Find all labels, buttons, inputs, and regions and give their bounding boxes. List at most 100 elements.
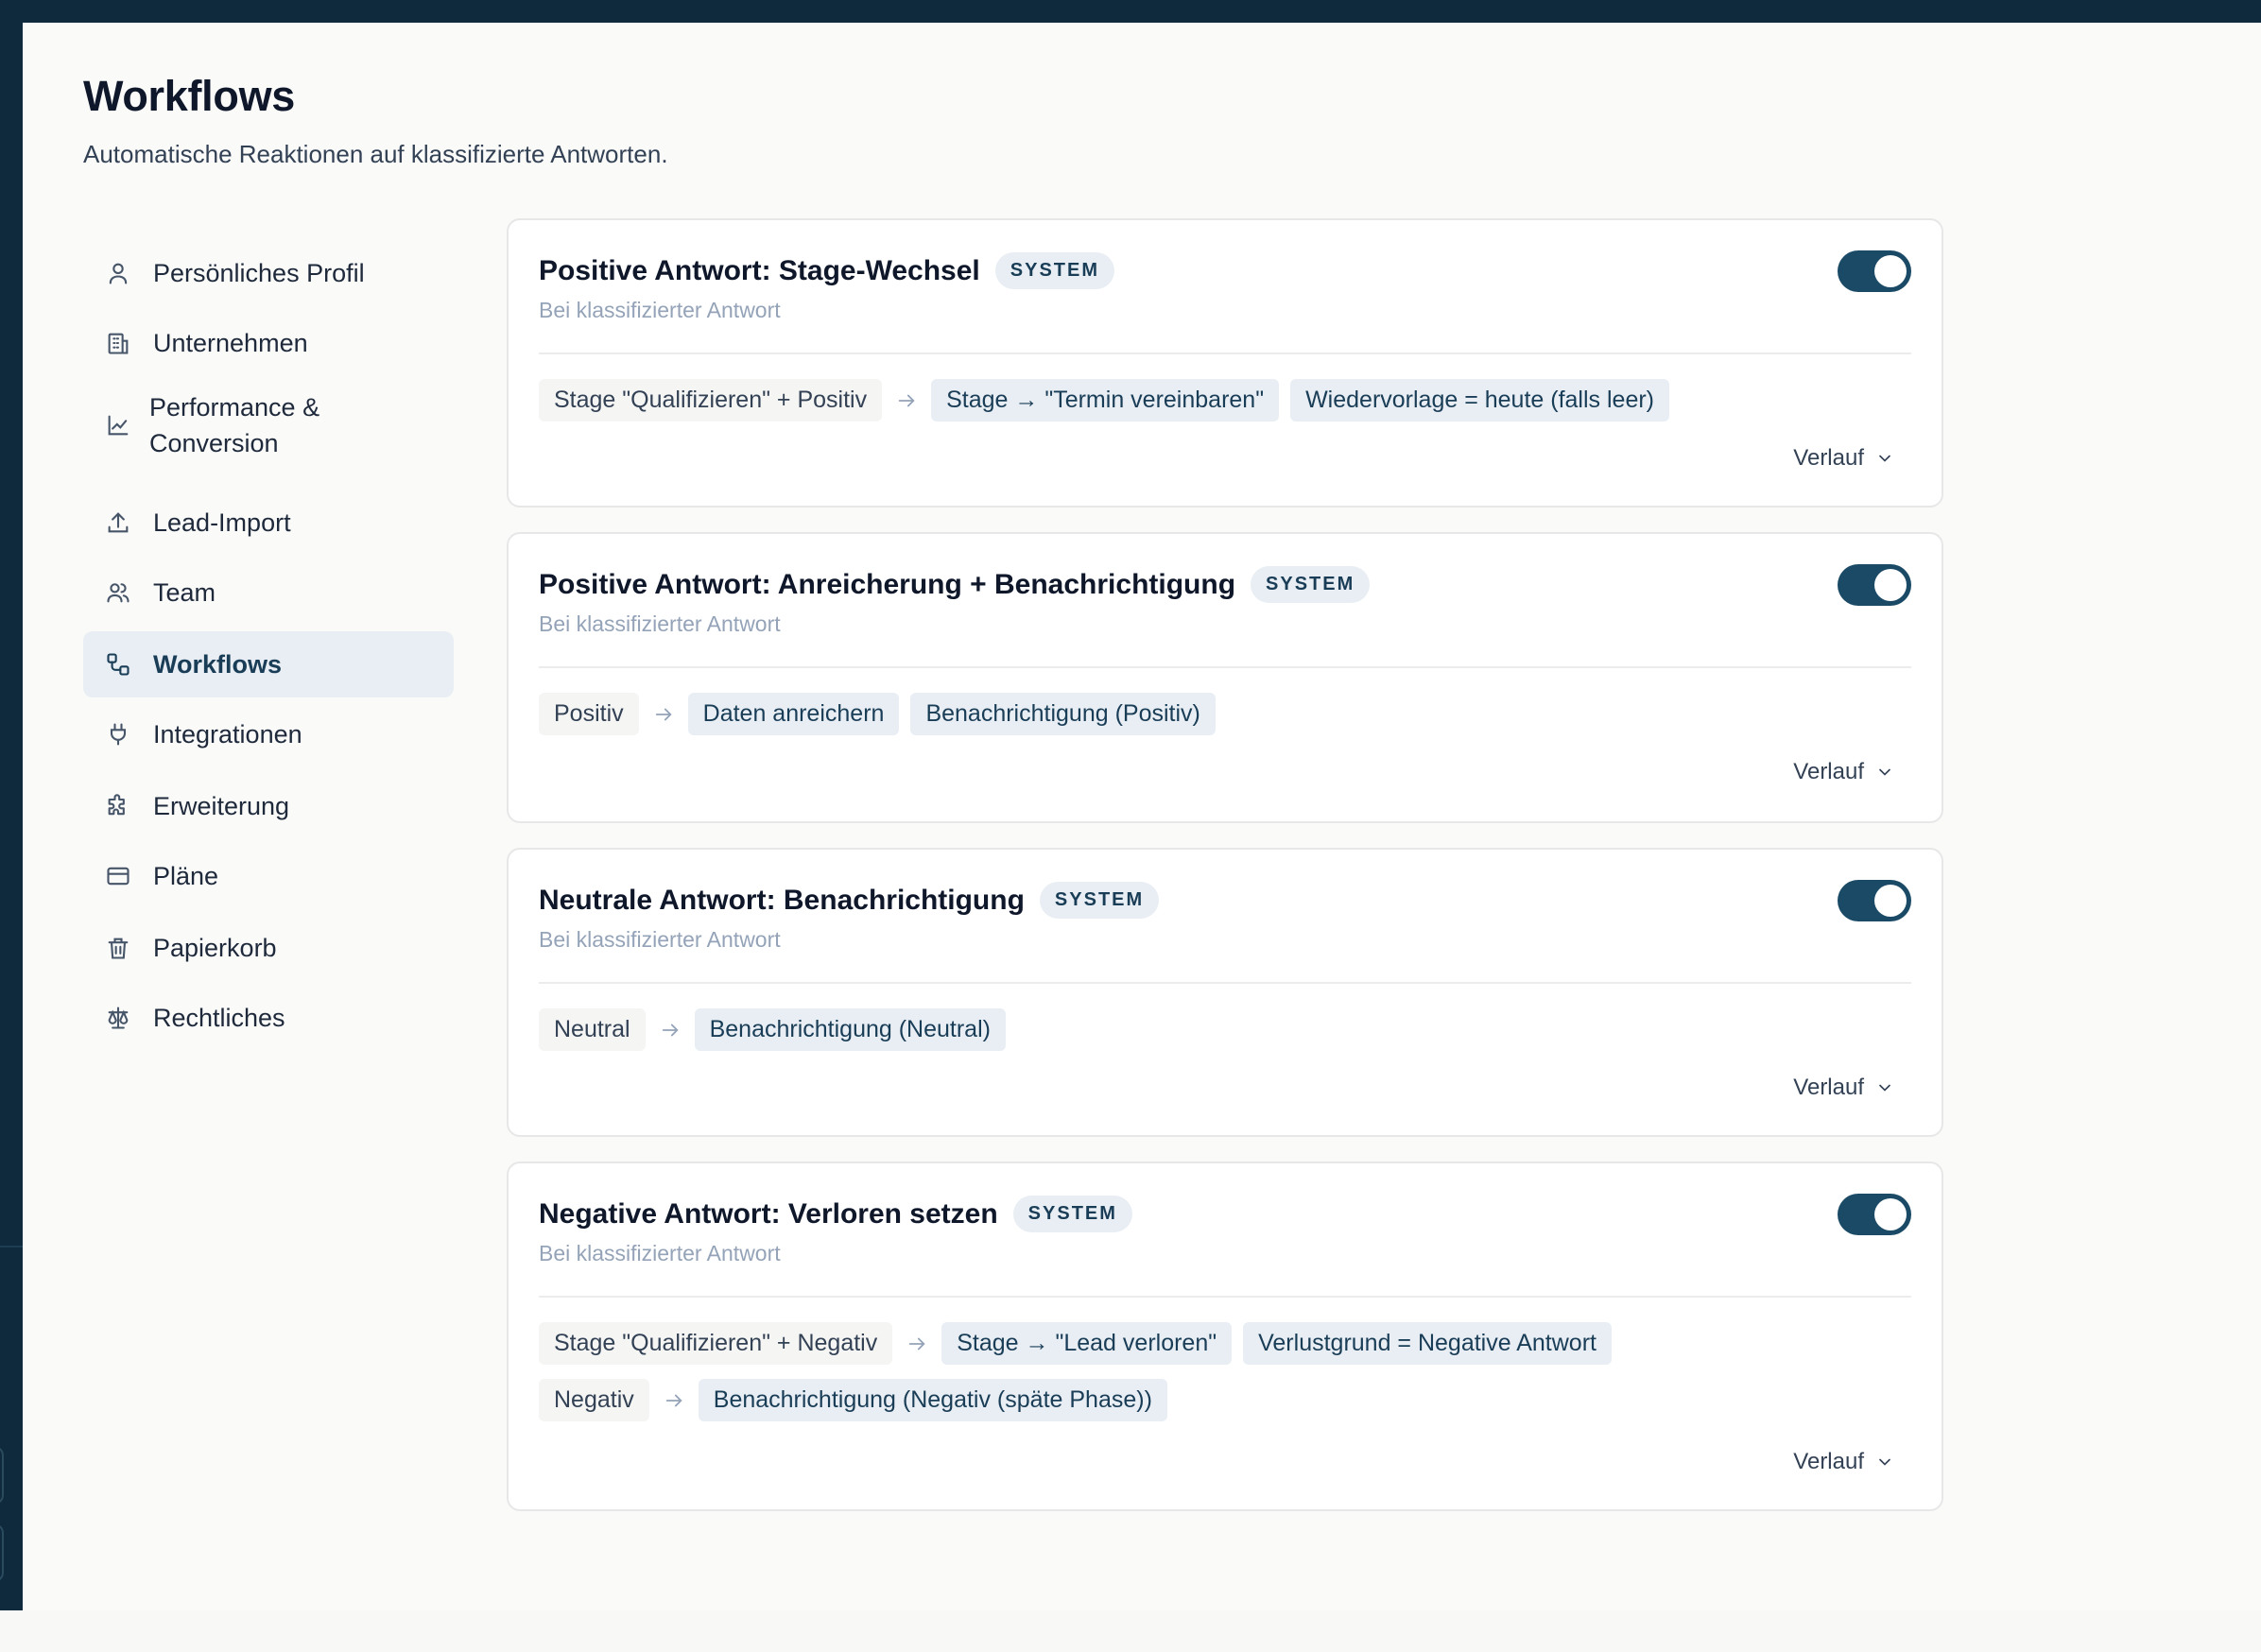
page-title: Workflows	[83, 72, 295, 120]
scale-icon	[104, 1004, 132, 1032]
history-toggle[interactable]: Verlauf	[1793, 759, 1894, 785]
chevron-down-icon	[1879, 455, 1890, 462]
workflow-title: Negative Antwort: Verloren setzen	[539, 1197, 998, 1230]
plug-icon	[104, 720, 132, 749]
chevron-down-icon	[1879, 768, 1890, 776]
rule-action: Stage → "Termin vereinbaren"	[931, 379, 1280, 422]
divider	[539, 1296, 1911, 1298]
sidebar-item-extension[interactable]: Erweiterung	[83, 773, 454, 839]
history-label: Verlauf	[1793, 1075, 1864, 1100]
workflow-toggle[interactable]	[1838, 1194, 1911, 1235]
workflow-rule: Negativ Benachrichtigung (Negativ (späte…	[539, 1379, 1179, 1421]
sidebar-item-profile[interactable]: Persönliches Profil	[83, 240, 454, 306]
puzzle-icon	[104, 792, 132, 820]
sidebar-item-trash[interactable]: Papierkorb	[83, 915, 454, 981]
rule-condition: Positiv	[539, 693, 639, 735]
chevron-down-icon	[1879, 1458, 1890, 1466]
user-icon	[104, 259, 132, 287]
workflow-card: Positive Antwort: Anreicherung + Benachr…	[507, 532, 1943, 823]
rule-action: Verlustgrund = Negative Antwort	[1243, 1322, 1612, 1365]
history-label: Verlauf	[1793, 1449, 1864, 1474]
history-toggle[interactable]: Verlauf	[1793, 1449, 1894, 1475]
trash-icon	[104, 934, 132, 962]
sidebar-item-company[interactable]: Unternehmen	[83, 310, 454, 376]
rule-action: Benachrichtigung (Positiv)	[910, 693, 1216, 735]
sidebar-item-integrations[interactable]: Integrationen	[83, 701, 454, 767]
sidebar-item-label: Erweiterung	[153, 792, 290, 820]
app-sidebar-edge	[0, 23, 23, 1610]
users-icon	[104, 578, 132, 607]
sidebar-item-label: Team	[153, 578, 216, 607]
rule-action: Daten anreichern	[687, 693, 900, 735]
workflow-card: Positive Antwort: Stage-Wechsel SYSTEM B…	[507, 218, 1943, 508]
rule-condition: Stage "Qualifizieren" + Positiv	[539, 379, 883, 422]
system-badge: SYSTEM	[1012, 1196, 1132, 1232]
sidebar-item-plans[interactable]: Pläne	[83, 843, 454, 909]
arrow-right-icon	[895, 389, 918, 412]
chevron-down-icon	[1879, 1084, 1890, 1092]
settings-main: Workflows Automatische Reaktionen auf kl…	[23, 23, 2261, 1610]
upload-icon	[104, 508, 132, 537]
rule-action: Stage → "Lead verloren"	[941, 1322, 1233, 1365]
sidebar-item-legal[interactable]: Rechtliches	[83, 985, 454, 1051]
rule-condition: Stage "Qualifizieren" + Negativ	[539, 1322, 893, 1365]
workflow-rule: Positiv Daten anreichern Benachrichtigun…	[539, 693, 1227, 735]
workflow-trigger: Bei klassifizierter Antwort	[539, 1241, 781, 1265]
workflow-rule: Neutral Benachrichtigung (Neutral)	[539, 1008, 1017, 1051]
history-toggle[interactable]: Verlauf	[1793, 445, 1894, 472]
workflow-title-row: Negative Antwort: Verloren setzen SYSTEM	[539, 1196, 1132, 1232]
divider	[539, 353, 1911, 354]
history-label: Verlauf	[1793, 445, 1864, 471]
rule-action: Benachrichtigung (Negativ (späte Phase))	[698, 1379, 1167, 1421]
rule-action: Benachrichtigung (Neutral)	[694, 1008, 1006, 1051]
sidebar-item-label: Papierkorb	[153, 934, 277, 962]
history-toggle[interactable]: Verlauf	[1793, 1075, 1894, 1101]
rule-action: Wiedervorlage = heute (falls leer)	[1290, 379, 1669, 422]
system-badge: SYSTEM	[994, 252, 1115, 289]
workflow-title-row: Positive Antwort: Anreicherung + Benachr…	[539, 566, 1371, 603]
sidebar-item-label: Pläne	[153, 862, 219, 890]
toggle-knob	[1874, 1198, 1907, 1230]
workflow-title-row: Positive Antwort: Stage-Wechsel SYSTEM	[539, 252, 1115, 289]
top-bar	[0, 0, 2261, 23]
workflow-title: Positive Antwort: Stage-Wechsel	[539, 254, 980, 286]
toggle-knob	[1874, 885, 1907, 917]
divider	[539, 982, 1911, 984]
workflow-toggle[interactable]	[1838, 880, 1911, 921]
workflow-title: Neutrale Antwort: Benachrichtigung	[539, 884, 1025, 916]
sidebar-item-label: Rechtliches	[153, 1004, 285, 1032]
sidebar-item-label: Lead-Import	[153, 508, 291, 537]
sidebar-item-performance[interactable]: Performance & Conversion	[83, 380, 454, 471]
arrow-right-icon	[906, 1333, 928, 1355]
sidebar-item-lead-import[interactable]: Lead-Import	[83, 490, 454, 556]
arrow-right-icon	[663, 1389, 685, 1412]
sidebar-item-team[interactable]: Team	[83, 559, 454, 626]
workflow-rule: Stage "Qualifizieren" + Negativ Stage → …	[539, 1322, 1623, 1365]
system-badge: SYSTEM	[1039, 882, 1160, 919]
sidebar-item-label: Workflows	[153, 650, 283, 679]
sidebar-item-label: Unternehmen	[153, 329, 308, 357]
workflow-title-row: Neutrale Antwort: Benachrichtigung SYSTE…	[539, 882, 1160, 919]
chart-line-icon	[104, 411, 132, 439]
arrow-right-icon	[652, 703, 675, 726]
workflow-toggle[interactable]	[1838, 250, 1911, 292]
workflow-title: Positive Antwort: Anreicherung + Benachr…	[539, 568, 1236, 600]
workflow-trigger: Bei klassifizierter Antwort	[539, 611, 781, 636]
workflow-trigger: Bei klassifizierter Antwort	[539, 298, 781, 322]
sidebar-item-label: Integrationen	[153, 720, 302, 749]
page-subtitle: Automatische Reaktionen auf klassifizier…	[83, 140, 668, 168]
rule-condition: Negativ	[539, 1379, 649, 1421]
workflow-toggle[interactable]	[1838, 564, 1911, 606]
sidebar-item-label: Persönliches Profil	[153, 259, 365, 287]
workflow-trigger: Bei klassifizierter Antwort	[539, 927, 781, 952]
workflow-rule: Stage "Qualifizieren" + Positiv Stage → …	[539, 379, 1681, 422]
credit-card-icon	[104, 862, 132, 890]
edge-button[interactable]	[0, 1446, 4, 1505]
edge-button[interactable]	[0, 1523, 4, 1582]
toggle-knob	[1874, 569, 1907, 601]
system-badge: SYSTEM	[1251, 566, 1371, 603]
history-label: Verlauf	[1793, 759, 1864, 784]
workflow-card: Negative Antwort: Verloren setzen SYSTEM…	[507, 1162, 1943, 1511]
sidebar-item-workflows[interactable]: Workflows	[83, 631, 454, 697]
workflow-card: Neutrale Antwort: Benachrichtigung SYSTE…	[507, 848, 1943, 1137]
